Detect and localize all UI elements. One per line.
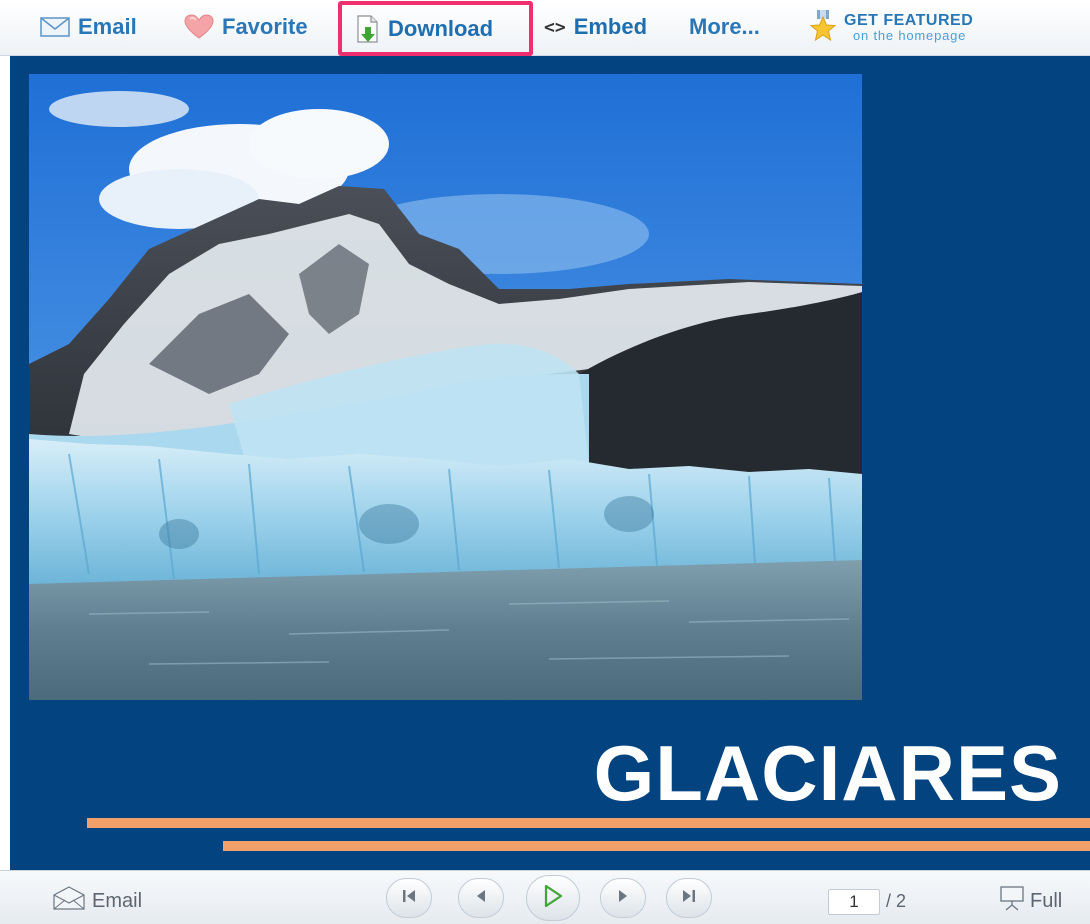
email-slideshow-label: Email [92,889,143,912]
star-badge-icon [808,10,838,44]
slide-canvas: GLACIARES [10,56,1090,870]
email-label: Email [78,14,137,39]
heart-icon [184,14,214,40]
envelope-open-icon [52,885,86,917]
code-icon: <> [544,16,566,38]
slide-title: GLACIARES [593,729,1062,817]
glacier-photo [29,74,862,700]
play-button[interactable] [526,875,580,921]
fullscreen-icon [998,885,1026,917]
share-toolbar: Email Favorite Download <> Embed More... [0,0,1090,56]
favorite-link[interactable]: Favorite [184,6,308,48]
previous-slide-button[interactable] [458,878,504,918]
email-slideshow-button[interactable]: Email [52,885,142,917]
get-featured-link[interactable]: GET FEATURED on the homepage [808,6,973,48]
envelope-icon [40,17,70,37]
featured-text: GET FEATURED on the homepage [844,11,974,43]
email-link[interactable]: Email [40,6,137,48]
embed-label: Embed [573,14,648,39]
last-slide-button[interactable] [666,878,712,918]
current-page-input[interactable]: 1 [828,889,880,915]
next-slide-button[interactable] [600,878,646,918]
total-pages: / 2 [886,891,907,911]
fullscreen-button[interactable]: Full [998,885,1062,917]
download-label: Download [388,15,494,41]
previous-icon [473,888,489,909]
more-link[interactable]: More... [689,6,760,48]
play-icon [543,884,563,913]
fullscreen-label: Full [1030,889,1063,912]
download-link[interactable]: Download [338,1,533,56]
more-label: More... [689,14,760,39]
next-icon [615,888,631,909]
first-slide-button[interactable] [386,878,432,918]
accent-stripe-bottom [223,841,1090,851]
featured-subtitle: on the homepage [853,27,967,43]
player-controls: Email 1 / 2 Full [0,870,1090,924]
skip-first-icon [401,888,417,909]
featured-title: GET FEATURED [844,11,974,29]
favorite-label: Favorite [222,14,308,39]
accent-stripe-top [87,818,1090,828]
download-icon [356,14,380,43]
embed-link[interactable]: <> Embed [544,6,647,48]
skip-last-icon [681,888,697,909]
